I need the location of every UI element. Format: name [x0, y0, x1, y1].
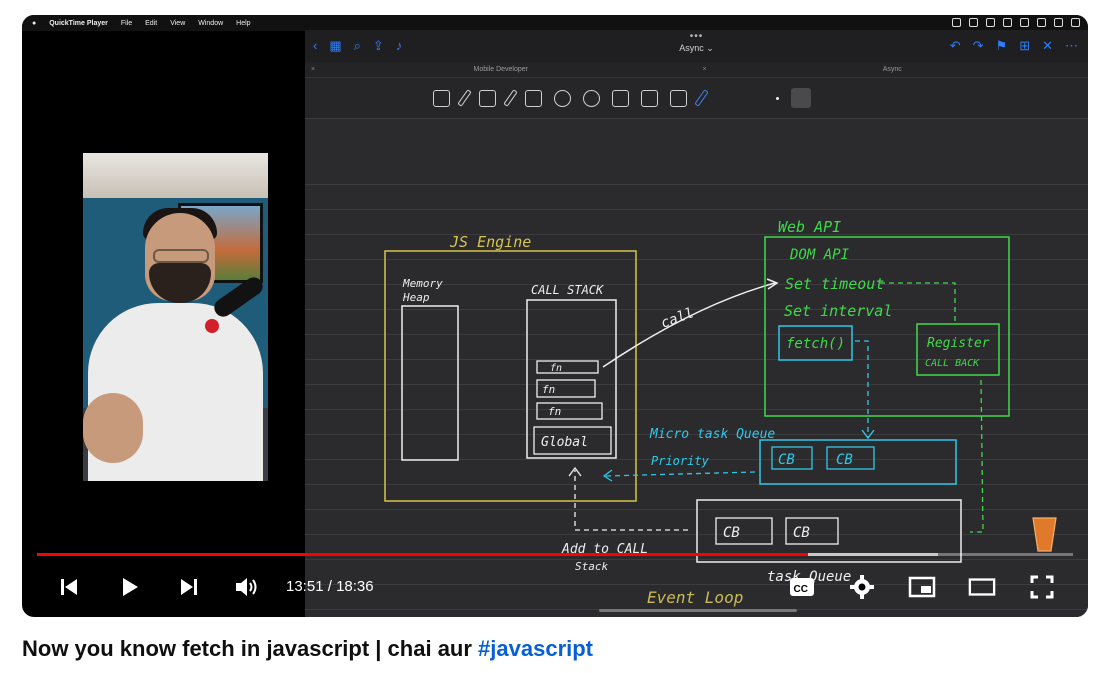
presenter-webcam: [83, 153, 268, 481]
volume-button[interactable]: [233, 573, 261, 601]
register-label: Register: [927, 336, 990, 351]
menu-edit: Edit: [145, 19, 158, 27]
hashtag-link[interactable]: #javascript: [478, 636, 593, 661]
stack-frame-3-label: fn: [548, 405, 561, 418]
menu-view: View: [170, 19, 186, 27]
stack-frame-1: [536, 360, 599, 374]
theater-mode-button[interactable]: [968, 573, 996, 601]
play-button[interactable]: [115, 573, 143, 601]
miniplayer-icon: [908, 576, 936, 598]
microqueue-to-stack-dash: [604, 471, 756, 477]
stack-frame-3: [536, 402, 603, 420]
current-time: 13:51: [286, 578, 324, 595]
web-api-label: Web API: [778, 218, 841, 236]
priority-label: Priority: [651, 454, 710, 468]
heap-label: Heap: [402, 291, 430, 304]
theater-mode-icon: [968, 578, 996, 596]
taskqueue-to-stack-dash: [574, 470, 688, 531]
video-player[interactable]: ● QuickTime Player File Edit View Window…: [22, 15, 1088, 617]
call-stack-label: CALL STACK: [531, 283, 604, 297]
time-display: 13:51 / 18:36: [286, 578, 374, 595]
callback-label: CALL BACK: [925, 358, 980, 369]
svg-text:CC: CC: [794, 584, 808, 595]
settings-button[interactable]: [848, 573, 876, 601]
dom-api-label: DOM API: [789, 247, 850, 263]
task-cb-1-label: CB: [723, 525, 740, 541]
menubar-status-icons: [952, 18, 1080, 27]
player-controls: 13:51 / 18:36 CC: [22, 565, 1088, 609]
skip-next-icon: [181, 579, 197, 595]
closed-captions-icon: CC: [790, 578, 814, 596]
captions-button[interactable]: CC: [788, 573, 816, 601]
video-title: Now you know fetch in javascript | chai …: [22, 636, 593, 662]
previous-button[interactable]: [55, 573, 83, 601]
set-interval-label: Set interval: [784, 302, 892, 320]
skip-previous-icon: [61, 579, 77, 595]
apple-icon: ●: [32, 19, 37, 27]
fullscreen-icon: [1030, 575, 1054, 599]
mac-menubar: ● QuickTime Player File Edit View Window…: [22, 15, 1088, 31]
task-cb-2-label: CB: [793, 525, 810, 541]
menubar-app-name: QuickTime Player: [49, 19, 108, 27]
fetch-label: fetch(): [786, 336, 845, 352]
video-title-text: Now you know fetch in javascript | chai …: [22, 636, 479, 661]
progress-played[interactable]: [37, 553, 808, 556]
chai-cup-logo-icon: [1032, 517, 1057, 552]
volume-icon: [236, 578, 257, 596]
gear-icon: [850, 575, 874, 599]
ipad-scroll-indicator: [599, 609, 797, 612]
next-button[interactable]: [175, 573, 203, 601]
fullscreen-button[interactable]: [1028, 573, 1056, 601]
total-time: 18:36: [336, 578, 374, 595]
set-timeout-label: Set timeout: [785, 275, 884, 293]
call-arrow: [602, 282, 776, 368]
miniplayer-button[interactable]: [908, 573, 936, 601]
menu-file: File: [120, 19, 133, 27]
glasses: [153, 249, 209, 263]
memory-label: Memory: [402, 277, 443, 290]
menu-help: Help: [236, 19, 251, 27]
microtask-queue-label: Micro task Queue: [649, 427, 775, 442]
menu-window: Window: [198, 19, 224, 27]
js-engine-label: JS Engine: [449, 233, 531, 251]
memory-heap-box: [401, 305, 459, 461]
micro-cb-1-label: CB: [778, 452, 795, 468]
fetch-to-microqueue-dash: [855, 340, 869, 437]
stack-frame-global-label: Global: [541, 435, 588, 450]
call-label: call: [659, 305, 696, 332]
play-icon: [123, 578, 138, 596]
stack-frame-2-label: fn: [542, 383, 555, 396]
register-to-taskqueue-dash: [970, 379, 984, 533]
stack-frame-1-label: fn: [550, 363, 562, 374]
micro-cb-2-label: CB: [836, 452, 853, 468]
event-loop-diagram: JS Engine Memory Heap CALL STACK fn fn f…: [384, 218, 1057, 607]
